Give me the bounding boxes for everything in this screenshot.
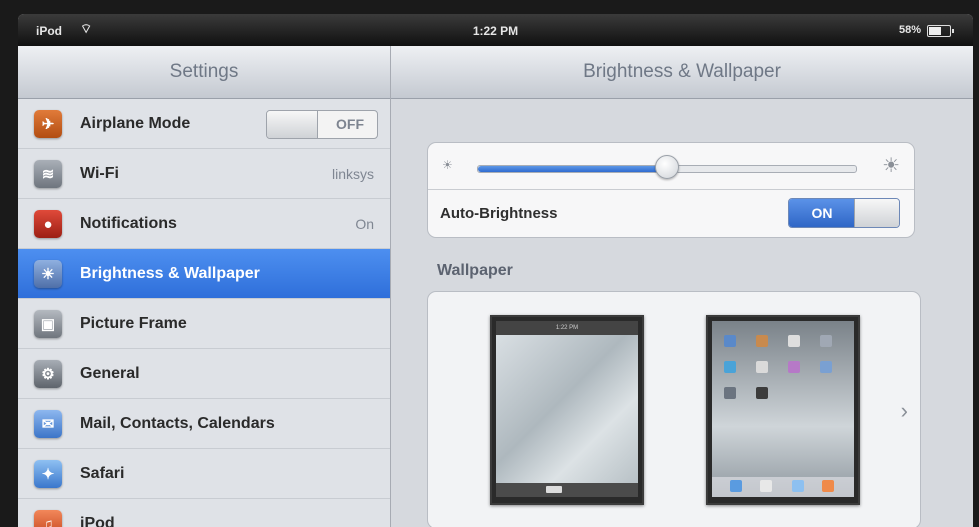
- sidebar-item-notifications[interactable]: ● Notifications On: [18, 199, 390, 249]
- picture-frame-icon: ▣: [34, 310, 62, 338]
- safari-icon: ✦: [34, 460, 62, 488]
- brightness-high-icon: ☀: [882, 155, 900, 177]
- app-icon: [820, 335, 832, 347]
- toggle-state: ON: [789, 199, 855, 227]
- sidebar-item-label: Safari: [80, 465, 125, 482]
- sidebar-item-value: On: [355, 216, 374, 232]
- detail-pane: Brightness & Wallpaper ☀ ☀ Auto-Brightne…: [391, 46, 973, 527]
- sidebar-item-brightness-wallpaper[interactable]: ☀ Brightness & Wallpaper: [18, 249, 390, 299]
- ipad-screen: iPod ⌔ 1:22 PM 58% Settings ✈ Airplane M…: [18, 14, 973, 527]
- app-icon: [756, 387, 768, 399]
- lock-screen-slider-bar: [496, 483, 638, 497]
- sidebar-item-label: Notifications: [80, 215, 177, 232]
- sidebar-item-safari[interactable]: ✦ Safari: [18, 449, 390, 499]
- sidebar-item-label: Picture Frame: [80, 315, 187, 332]
- sidebar-item-picture-frame[interactable]: ▣ Picture Frame: [18, 299, 390, 349]
- mail-icon: ✉: [34, 410, 62, 438]
- brightness-icon: ☀: [34, 260, 62, 288]
- dock-app-icon: [792, 480, 804, 492]
- airplane-icon: ✈: [34, 110, 62, 138]
- sidebar-item-wi-fi[interactable]: ≋ Wi-Fi linksys: [18, 149, 390, 199]
- sidebar-item-label: Wi-Fi: [80, 165, 119, 182]
- unlock-slider-icon: [546, 486, 562, 493]
- lock-screen-image: [496, 335, 638, 483]
- dock-app-icon: [822, 480, 834, 492]
- app-icon: [724, 387, 736, 399]
- toggle-state: OFF: [336, 116, 364, 132]
- status-time: 1:22 PM: [472, 24, 519, 38]
- dock-app-icon: [730, 480, 742, 492]
- app-icon: [756, 361, 768, 373]
- app-icon: [724, 361, 736, 373]
- toggle-knob: [854, 199, 899, 227]
- app-icon: [820, 361, 832, 373]
- sidebar-item-label: iPod: [80, 515, 115, 527]
- battery-icon: [927, 25, 954, 37]
- dock-app-icon: [760, 480, 772, 492]
- airplane-mode-toggle[interactable]: OFF: [266, 110, 378, 139]
- settings-sidebar: Settings ✈ Airplane Mode OFF ≋ Wi-Fi lin…: [18, 46, 391, 527]
- chevron-right-icon[interactable]: ›: [901, 398, 908, 424]
- brightness-slider-fill: [478, 166, 667, 172]
- toggle-knob: [267, 111, 318, 138]
- battery-fill: [929, 27, 941, 35]
- app-icon: [788, 335, 800, 347]
- sidebar-item-mail-contacts-calendars[interactable]: ✉ Mail, Contacts, Calendars: [18, 399, 390, 449]
- app-icon: [724, 335, 736, 347]
- brightness-low-icon: ☀: [442, 158, 453, 172]
- brightness-slider-row: ☀ ☀: [428, 143, 914, 190]
- sidebar-item-airplane-mode[interactable]: ✈ Airplane Mode OFF: [18, 99, 390, 149]
- brightness-slider-thumb[interactable]: [655, 155, 679, 179]
- sidebar-item-ipod[interactable]: ♫ iPod: [18, 499, 390, 527]
- auto-brightness-row: Auto-Brightness ON: [428, 190, 914, 237]
- app-icon: [756, 335, 768, 347]
- lock-screen-wallpaper-thumbnail[interactable]: 1:22 PM: [490, 315, 644, 505]
- sidebar-item-general[interactable]: ⚙ General: [18, 349, 390, 399]
- sidebar-item-label: General: [80, 365, 140, 382]
- notifications-icon: ●: [34, 210, 62, 238]
- home-screen-wallpaper-thumbnail[interactable]: [706, 315, 860, 505]
- wallpaper-group[interactable]: 1:22 PM ›: [427, 291, 921, 527]
- home-screen-image: [712, 321, 854, 497]
- ipod-icon: ♫: [34, 510, 62, 527]
- gear-icon: ⚙: [34, 360, 62, 388]
- status-bar: iPod ⌔ 1:22 PM 58%: [18, 14, 973, 46]
- auto-brightness-toggle[interactable]: ON: [788, 198, 900, 228]
- detail-title: Brightness & Wallpaper: [391, 46, 973, 99]
- sidebar-item-value: linksys: [331, 166, 374, 182]
- app-icon: [788, 361, 800, 373]
- lock-screen-time: 1:22 PM: [496, 321, 638, 335]
- brightness-group: ☀ ☀ Auto-Brightness ON: [427, 142, 915, 238]
- wifi-icon: ≋: [34, 160, 62, 188]
- auto-brightness-label: Auto-Brightness: [440, 205, 558, 222]
- sidebar-item-label: Mail, Contacts, Calendars: [80, 415, 275, 432]
- sidebar-item-label: Airplane Mode: [80, 115, 191, 132]
- sidebar-title: Settings: [18, 46, 390, 99]
- wallpaper-section-label: Wallpaper: [437, 262, 513, 279]
- sidebar-item-label: Brightness & Wallpaper: [80, 265, 260, 282]
- battery-percentage: 58%: [898, 24, 921, 36]
